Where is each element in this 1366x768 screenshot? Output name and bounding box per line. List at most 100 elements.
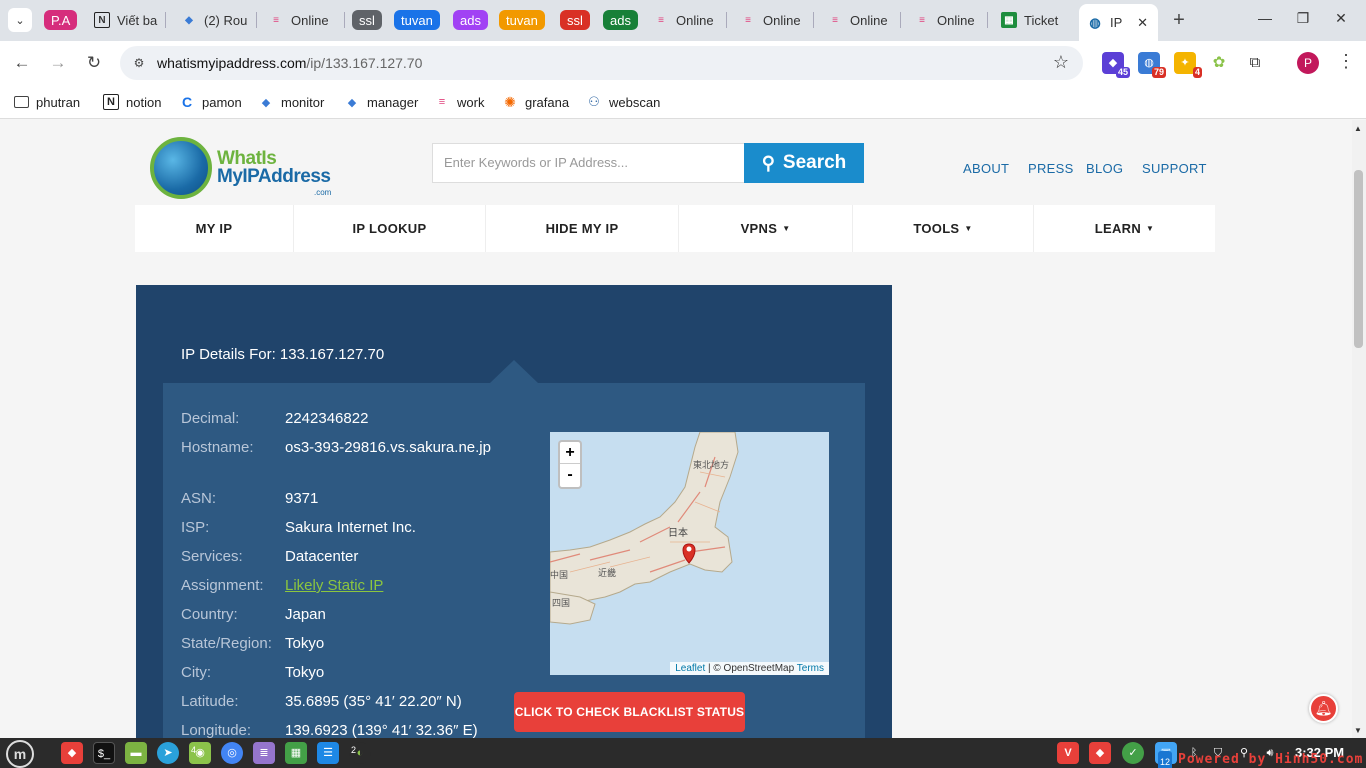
tab-group-ads-2[interactable]: ads [599,4,641,36]
tab-group-ssl-2[interactable]: ssl [556,4,594,36]
site-logo[interactable]: WhatIs MyIPAddress .com [150,137,340,201]
nav-label: MY IP [195,221,233,236]
tab-group-tuvan[interactable]: tuvan [390,4,442,36]
detail-row-country: Country: Japan [181,606,326,623]
files-folder-icon[interactable]: ▬ [125,742,147,764]
anydesk-tray-icon[interactable]: ◆ [1089,742,1111,764]
location-map[interactable]: 東北地方 日本 近畿 中国 四国 + - Leaflet | © OpenStr… [550,432,829,675]
anydesk-icon[interactable]: ◆ [61,742,83,764]
tab-group-pa[interactable]: P.A [40,4,82,36]
watermark-text: Powered by Hinh50.com [1178,752,1364,767]
back-arrow-icon[interactable]: ← [10,51,34,75]
close-tab-icon[interactable]: ✕ [1137,15,1148,31]
search-input[interactable]: Enter Keywords or IP Address... [432,143,745,183]
tab-ticket[interactable]: ▦ Ticket [993,4,1075,36]
nav-press[interactable]: PRESS [1028,161,1074,176]
tab-online-4[interactable]: ≡ Online [819,4,901,36]
logo-text-line2: MyIPAddress [217,166,331,187]
bookmark-manager[interactable]: ◆ manager [344,92,419,112]
app-icon[interactable]: ◐ 2 [349,742,371,764]
chrome-running-icon[interactable]: ◉ 4 [189,742,211,764]
ip-details-body: Decimal: 2242346822 Hostname: os3-393-2981… [163,383,865,738]
minimize-icon[interactable]: — [1255,10,1275,26]
tab-search-button[interactable]: ⌄ [8,8,32,32]
forward-arrow-icon[interactable]: → [46,51,70,75]
tab-online-3[interactable]: ≡ Online [732,4,814,36]
check-blacklist-button[interactable]: CLICK TO CHECK BLACKLIST STATUS [514,692,745,732]
tab-group-tuvan-2[interactable]: tuvan [495,4,551,36]
document-icon[interactable]: ☰ [317,742,339,764]
reload-icon[interactable]: ↻ [82,51,106,75]
site-info-icon[interactable]: ⚙ [130,54,148,72]
search-button[interactable]: ⚲ Search [744,143,864,183]
menu-kebab-icon[interactable]: ⋮ [1337,51,1355,72]
bookmark-monitor[interactable]: ◆ monitor [258,92,325,112]
ext-bulb-icon[interactable]: ✦ 4 [1174,52,1202,78]
zoom-out-button[interactable]: - [560,464,580,486]
tab-router[interactable]: ◆ (2) Rou [173,4,257,36]
zoom-in-button[interactable]: + [560,442,580,464]
main-nav-my-ip[interactable]: MY IP [135,205,294,252]
spreadsheet-icon[interactable]: ▦ [285,742,307,764]
nav-about[interactable]: ABOUT [963,161,1009,176]
main-nav-learn[interactable]: LEARN ▼ [1034,205,1215,252]
nav-blog[interactable]: BLOG [1086,161,1123,176]
cube-icon: ◆ [347,96,357,109]
main-nav-vpns[interactable]: VPNS ▼ [679,205,853,252]
webscan-icon: ⚇ [588,94,600,109]
maximize-icon[interactable]: ❐ [1293,10,1313,27]
search-button-label: Search [782,152,847,173]
telegram-icon[interactable]: ➤ [157,742,179,764]
new-tab-button[interactable]: + [1168,8,1190,32]
chrome-icon[interactable]: ◎ [221,742,243,764]
tab-group-ssl[interactable]: ssl [348,4,386,36]
bookmark-star-icon[interactable]: ☆ [1053,52,1069,73]
ext-shield-icon[interactable]: ◆ 45 [1102,52,1130,78]
scroll-up-arrow-icon[interactable]: ▲ [1354,124,1362,133]
tab-online-1[interactable]: ≡ Online [260,4,345,36]
tab-notion[interactable]: N Viết ba [86,4,166,36]
notion-icon: N [103,94,119,110]
main-nav-tools[interactable]: TOOLS ▼ [853,205,1034,252]
nav-label: IP LOOKUP [352,221,427,236]
leaflet-link[interactable]: Leaflet [675,663,705,674]
tab-active-ip[interactable]: ◍ IP ✕ [1079,4,1158,41]
tab-online-5[interactable]: ≡ Online [906,4,988,36]
scroll-down-arrow-icon[interactable]: ▼ [1354,726,1362,735]
ext-gear-icon[interactable]: ✿ [1208,52,1230,74]
detail-row-services: Services: Datacenter [181,548,359,565]
terms-link[interactable]: Terms [797,663,824,674]
profile-avatar[interactable]: P [1297,52,1319,74]
tab-title: Viết ba [117,12,158,28]
nav-label: VPNS [740,221,778,236]
main-nav-ip-lookup[interactable]: IP LOOKUP [294,205,486,252]
extensions-puzzle-icon[interactable]: ⧉ [1244,52,1266,74]
scrollbar-thumb[interactable] [1354,170,1363,348]
text-editor-icon[interactable]: ≣ [253,742,275,764]
assignment-link[interactable]: Likely Static IP [285,577,383,594]
ext-globe-icon[interactable]: ◍ 79 [1138,52,1166,78]
close-window-icon[interactable]: ✕ [1331,10,1351,27]
start-menu-icon[interactable]: m [6,740,34,768]
updates-icon[interactable]: ▣12 [1155,742,1177,768]
bookmark-notion[interactable]: Nnotion [103,92,161,112]
bookmark-phutran[interactable]: phutran [14,92,80,112]
check-icon[interactable]: ✓ [1122,742,1144,764]
main-nav-hide-my-ip[interactable]: HIDE MY IP [486,205,679,252]
bookmark-pamon[interactable]: Cpamon [179,92,242,112]
map-zoom-control: + - [558,440,582,489]
nav-support[interactable]: SUPPORT [1142,161,1207,176]
tab-online-2[interactable]: ≡ Online [645,4,727,36]
notification-bell-icon[interactable]: 🔔︎ [1309,694,1338,723]
address-bar[interactable]: ⚙ whatismyipaddress.com/ip/133.167.127.7… [120,46,1083,80]
nav-label: LEARN [1094,221,1142,236]
bookmarks-bar: phutran Nnotion Cpamon ◆ monitor ◆ manager… [0,85,1366,119]
tab-group-ads[interactable]: ads [449,4,491,36]
bookmark-grafana[interactable]: ✺ grafana [502,92,569,112]
vivaldi-icon[interactable]: V [1057,742,1079,764]
tab-group-label: ads [603,10,638,30]
bookmark-webscan[interactable]: ⚇ webscan [586,92,660,112]
terminal-icon[interactable]: $_ [93,742,115,764]
detail-row-assignment: Assignment: Likely Static IP [181,577,384,594]
bookmark-work[interactable]: ≡ work [434,92,485,112]
